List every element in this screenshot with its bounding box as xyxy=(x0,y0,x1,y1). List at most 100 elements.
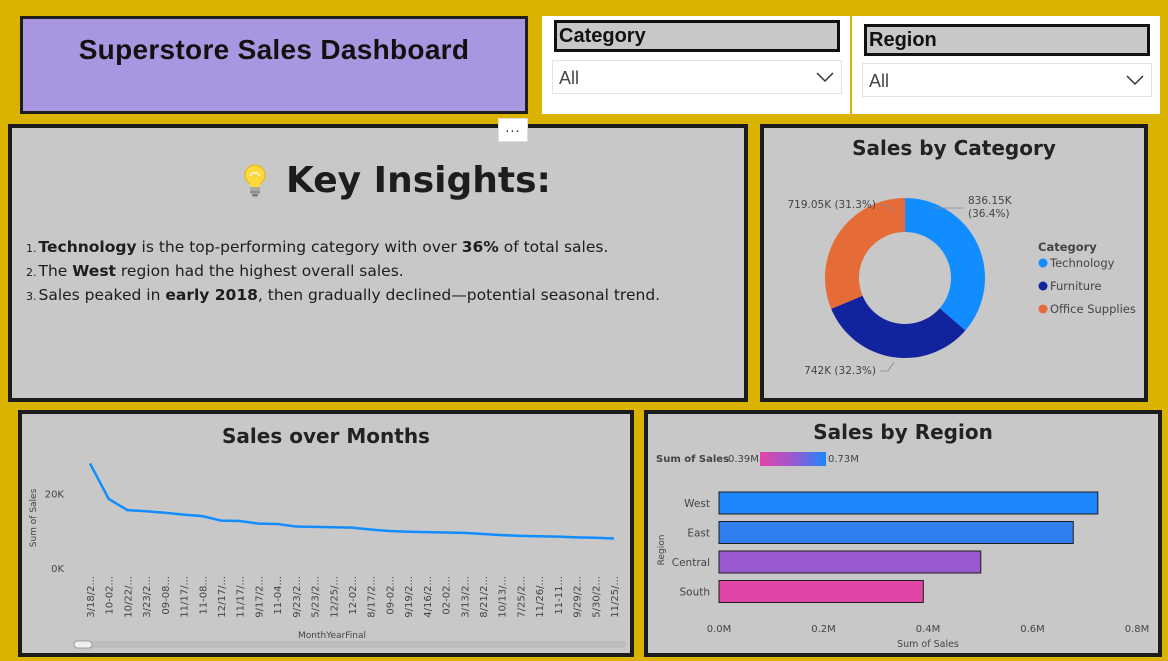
y-axis-label: Region xyxy=(657,535,667,566)
gradient-legend-min: 0.39M xyxy=(728,454,759,465)
x-tick-label: 0.2M xyxy=(811,624,836,635)
scrollbar-handle[interactable] xyxy=(73,640,93,649)
sales-line xyxy=(88,462,615,540)
insights-title: Key Insights: xyxy=(286,160,551,201)
x-tick-label: 0.8M xyxy=(1125,624,1150,635)
insight-text: , then gradually declined—potential seas… xyxy=(257,286,661,304)
insight-text: of total sales. xyxy=(498,238,609,256)
x-tick-label: 11-11... xyxy=(554,576,565,615)
region-slicer[interactable]: Region All xyxy=(852,16,1160,114)
y-tick-label: 20K xyxy=(45,489,65,500)
scrollbar-track[interactable] xyxy=(74,641,626,648)
gradient-legend-bar xyxy=(760,452,826,466)
y-tick-label: West xyxy=(684,498,710,510)
x-tick-label: 11/25/... xyxy=(610,576,621,618)
category-dropdown[interactable]: All xyxy=(552,60,842,94)
legend-marker xyxy=(1038,281,1048,291)
leader-line xyxy=(880,361,895,372)
x-tick-label: 12/25/... xyxy=(329,576,340,618)
category-slicer-label: Category xyxy=(554,20,840,52)
x-tick-label: 11-08... xyxy=(198,576,209,615)
x-tick-label: 4/16/2... xyxy=(423,576,434,618)
x-tick-label: 02-02... xyxy=(442,576,453,615)
x-tick-label: 0.0M xyxy=(707,624,732,635)
y-axis-label: Sum of Sales xyxy=(29,488,39,547)
x-tick-label: 12-02... xyxy=(348,576,359,615)
key-insights-panel: Key Insights: 1. Technology is the top-pe… xyxy=(8,124,748,402)
slice-data-label: (36.4%) xyxy=(968,208,1010,220)
x-tick-label: 11/17/... xyxy=(180,576,191,618)
insight-text: Sales peaked in xyxy=(38,286,166,304)
donut-slice-office-supplies xyxy=(825,198,905,309)
x-tick-label: 9/19/2... xyxy=(404,576,415,618)
x-tick-label: 9/17/2... xyxy=(254,576,265,618)
region-bar-central xyxy=(718,550,982,574)
x-tick-label: 5/30/2... xyxy=(591,576,602,618)
category-donut-chart: 836.15K(36.4%) 742K (32.3%) 719.05K (31.3%… xyxy=(787,195,1136,377)
chevron-down-icon xyxy=(816,72,834,83)
x-tick-label: 3/13/2... xyxy=(460,576,471,618)
insight-highlight: 36% xyxy=(461,238,499,256)
x-tick-label: 9/29/2... xyxy=(573,576,584,618)
slice-data-label: 742K (32.3%) xyxy=(804,365,876,377)
x-tick-label: 8/17/2... xyxy=(367,576,378,618)
x-tick-label: 09-08... xyxy=(161,576,172,615)
legend-entry: Technology xyxy=(1049,256,1115,270)
y-tick-label: 0K xyxy=(51,564,64,575)
x-tick-label: 8/21/2... xyxy=(479,576,490,618)
x-tick-label: 11/26/... xyxy=(535,576,546,618)
dashboard-title: Superstore Sales Dashboard xyxy=(78,34,470,65)
legend-marker xyxy=(1038,258,1048,268)
insight-number: 3. xyxy=(26,290,37,303)
x-axis-label: MonthYearFinal xyxy=(298,631,366,641)
x-tick-label: 11/17/... xyxy=(236,576,247,618)
slice-data-label: 719.05K (31.3%) xyxy=(787,199,876,211)
y-tick-label: South xyxy=(679,587,710,599)
insight-item: 2. The West region had the highest overal… xyxy=(26,260,660,284)
legend-entry: Office Supplies xyxy=(1050,302,1136,316)
months-chart-panel: Sales over Months 0K 20K Sum of Sales 3/18/… xyxy=(18,410,634,657)
category-slicer[interactable]: Category All xyxy=(542,16,850,114)
insight-text: The xyxy=(38,262,73,280)
y-tick-label: Central xyxy=(672,557,710,569)
category-chart-panel: Sales by Category 836.15K (36.4%) 742K (32… xyxy=(760,124,1148,402)
x-tick-label: 3/23/2... xyxy=(142,576,153,618)
x-tick-label: 09-02... xyxy=(385,576,396,615)
legend-entry: Furniture xyxy=(1050,279,1102,293)
region-bar-east xyxy=(718,521,1074,544)
insight-text: region had the highest overall sales. xyxy=(115,262,404,280)
y-tick-label: East xyxy=(687,528,710,540)
x-tick-label: 9/23/2... xyxy=(292,576,303,618)
x-tick-label: 10-02... xyxy=(105,576,116,615)
x-tick-label: 3/18/2... xyxy=(86,576,97,618)
region-slicer-label: Region xyxy=(864,24,1150,56)
region-bar-south xyxy=(718,580,924,603)
x-tick-label: 5/23/2... xyxy=(311,576,322,618)
more-options-button[interactable]: ... xyxy=(498,118,528,142)
x-tick-label: 0.6M xyxy=(1020,624,1045,635)
x-tick-label: 10/22/... xyxy=(123,576,134,618)
insight-item: 1. Technology is the top-performing categ… xyxy=(26,236,660,260)
insights-list: 1. Technology is the top-performing categ… xyxy=(26,236,660,308)
gradient-legend-max: 0.73M xyxy=(828,454,859,465)
x-tick-label: 10/13/... xyxy=(498,576,509,618)
gradient-legend-label: Sum of Sales xyxy=(656,454,729,465)
x-tick-label: 7/25/2... xyxy=(516,576,527,618)
legend-marker xyxy=(1038,304,1048,314)
insights-heading: Key Insights: xyxy=(242,160,551,201)
insight-highlight: Technology xyxy=(38,238,137,256)
category-dropdown-value: All xyxy=(559,68,580,88)
insight-number: 1. xyxy=(26,242,37,255)
x-tick-label: 0.4M xyxy=(916,624,941,635)
insight-item: 3. Sales peaked in early 2018, then gradu… xyxy=(26,284,660,308)
region-bar-chart: Sum of Sales0.39M 0.73M West East Central Sou… xyxy=(656,452,1150,650)
region-dropdown-value: All xyxy=(869,71,890,91)
dashboard-title-box: Superstore Sales Dashboard xyxy=(20,16,528,114)
insight-text: is the top-performing category with over xyxy=(136,238,462,256)
region-bar-west xyxy=(718,491,1099,515)
insight-highlight: West xyxy=(72,262,116,280)
x-tick-label: 11-04... xyxy=(273,576,284,615)
region-dropdown[interactable]: All xyxy=(862,63,1152,97)
chevron-down-icon xyxy=(1126,75,1144,86)
insight-highlight: early 2018 xyxy=(165,286,258,304)
